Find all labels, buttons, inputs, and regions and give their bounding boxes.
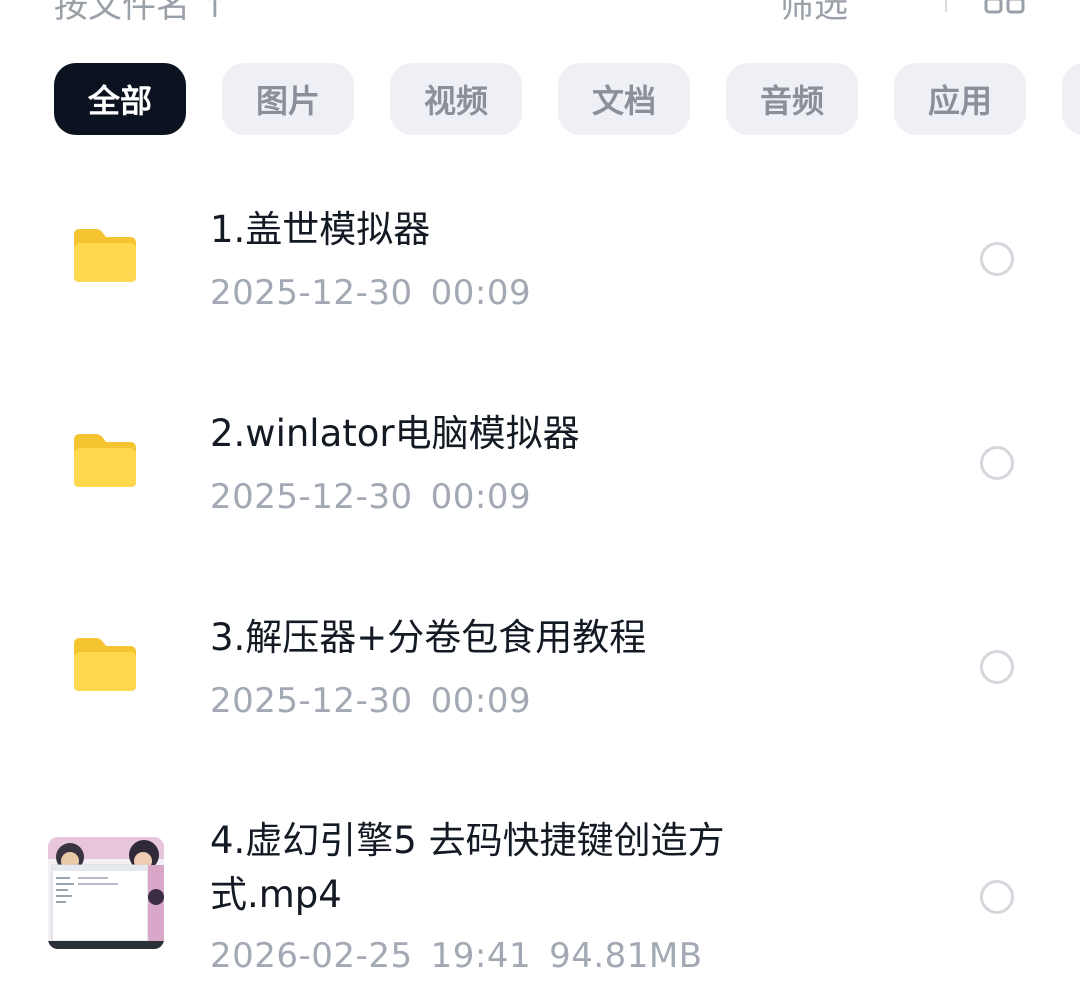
filter-button[interactable]: 筛选 <box>780 0 848 27</box>
file-meta: 2026-02-25 19:41 94.81MB <box>210 936 703 976</box>
select-radio[interactable] <box>980 880 1014 914</box>
file-time: 00:09 <box>430 273 532 313</box>
file-row[interactable]: 4.虚幻引擎5 去码快捷键创造方式.mp4 2026-02-25 19:41 94.… <box>0 812 1080 990</box>
chip-all[interactable]: 全部 <box>54 63 186 135</box>
chip-apps[interactable]: 应用 <box>894 63 1026 135</box>
file-date: 2025-12-30 <box>210 477 413 517</box>
video-thumbnail <box>48 837 164 949</box>
file-meta: 2025-12-30 00:09 <box>210 273 531 313</box>
file-time: 19:41 <box>430 936 532 976</box>
video-thumbnail-image <box>48 837 164 949</box>
file-browser-page: 按文件名 ↑ 筛选 全部 图片 视频 文档 音频 应用 1.盖世模拟器 2025… <box>0 0 1080 990</box>
file-time: 00:09 <box>430 681 532 721</box>
folder-icon <box>74 638 136 691</box>
sort-button[interactable]: 按文件名 ↑ <box>54 0 229 27</box>
chip-documents[interactable]: 文档 <box>558 63 690 135</box>
file-date: 2025-12-30 <box>210 273 413 313</box>
divider <box>945 0 947 12</box>
chip-videos[interactable]: 视频 <box>390 63 522 135</box>
select-radio[interactable] <box>980 446 1014 480</box>
grid-view-icon[interactable] <box>984 0 1026 14</box>
top-bar: 按文件名 ↑ 筛选 <box>0 0 1080 26</box>
file-time: 00:09 <box>430 477 532 517</box>
file-row[interactable]: 3.解压器+分卷包食用教程 2025-12-30 00:09 <box>0 605 1080 785</box>
file-name: 2.winlator电脑模拟器 <box>210 412 580 455</box>
category-chips: 全部 图片 视频 文档 音频 应用 <box>54 63 1080 135</box>
file-row[interactable]: 1.盖世模拟器 2025-12-30 00:09 <box>0 195 1080 375</box>
chip-images[interactable]: 图片 <box>222 63 354 135</box>
file-name: 1.盖世模拟器 <box>210 208 431 251</box>
file-meta: 2025-12-30 00:09 <box>210 477 531 517</box>
select-radio[interactable] <box>980 242 1014 276</box>
file-size: 94.81MB <box>549 936 703 976</box>
file-date: 2025-12-30 <box>210 681 413 721</box>
file-date: 2026-02-25 <box>210 936 413 976</box>
folder-icon <box>74 434 136 487</box>
file-meta: 2025-12-30 00:09 <box>210 681 531 721</box>
chip-audio[interactable]: 音频 <box>726 63 858 135</box>
select-radio[interactable] <box>980 650 1014 684</box>
file-name: 4.虚幻引擎5 去码快捷键创造方式.mp4 <box>210 819 725 916</box>
chip-more[interactable] <box>1062 63 1080 135</box>
folder-icon <box>74 229 136 282</box>
file-row[interactable]: 2.winlator电脑模拟器 2025-12-30 00:09 <box>0 400 1080 580</box>
file-name: 3.解压器+分卷包食用教程 <box>210 616 647 659</box>
